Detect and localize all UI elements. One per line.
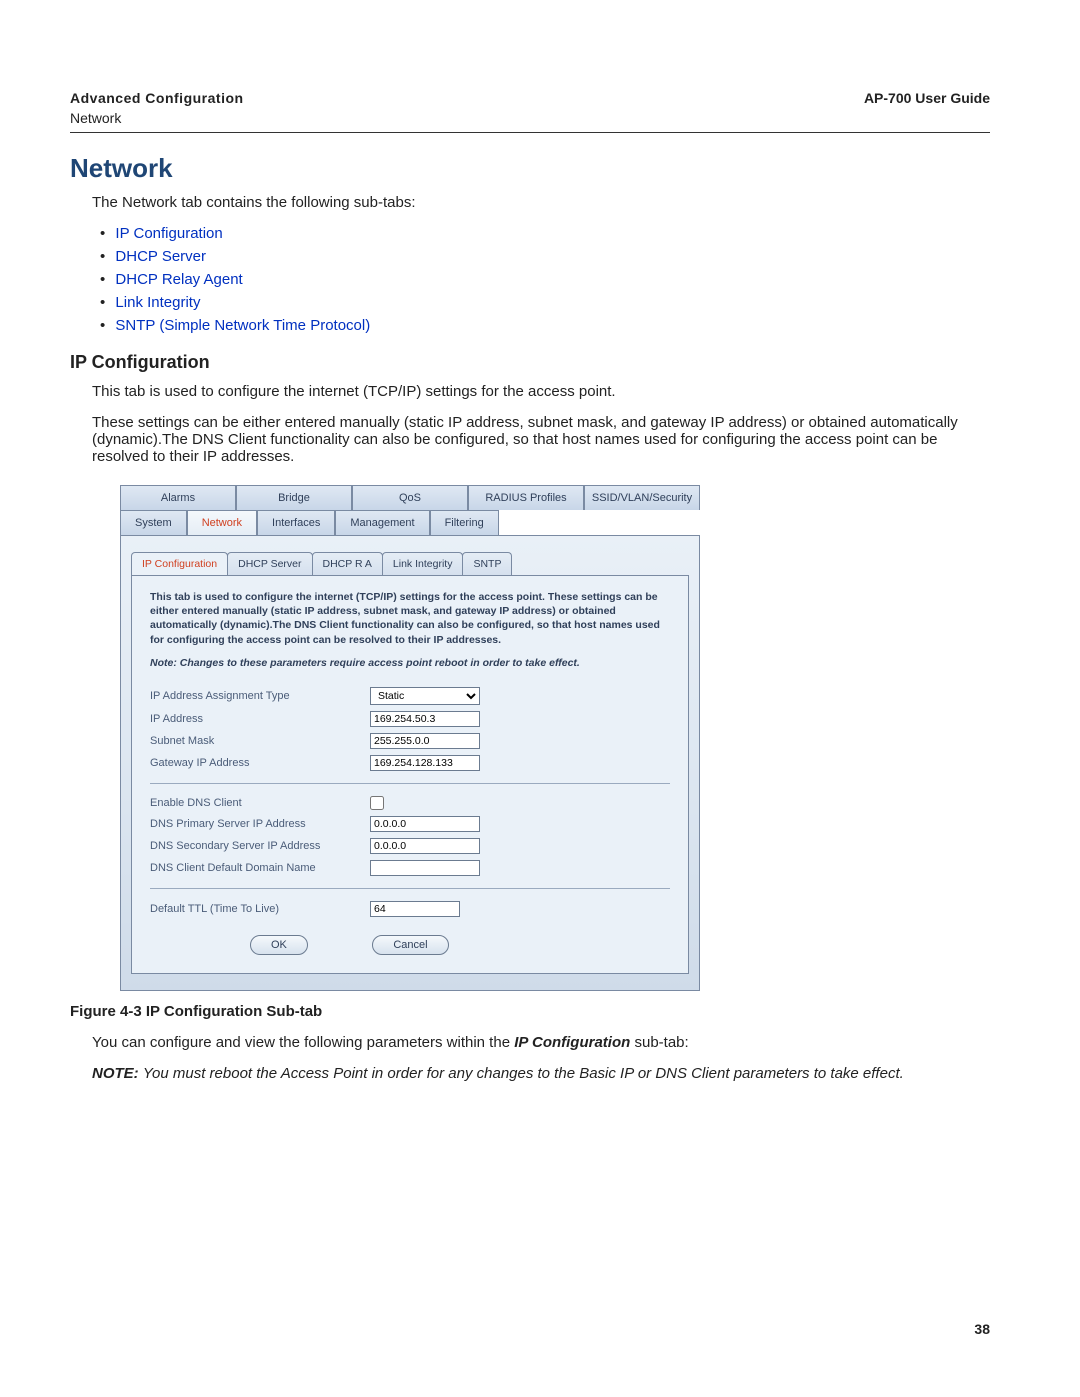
label-ttl: Default TTL (Time To Live) (150, 903, 370, 915)
tabs-row-top: Alarms Bridge QoS RADIUS Profiles SSID/V… (120, 485, 700, 510)
subtab-ip-configuration[interactable]: IP Configuration (131, 552, 228, 575)
page-header: Advanced Configuration Network AP-700 Us… (70, 90, 990, 126)
intro-text: The Network tab contains the following s… (92, 194, 990, 211)
input-ip-address[interactable] (370, 711, 480, 727)
tab-qos[interactable]: QoS (352, 485, 468, 510)
figure-screenshot: Alarms Bridge QoS RADIUS Profiles SSID/V… (120, 485, 700, 991)
subtab-link-integrity[interactable]: Link Integrity (382, 552, 464, 575)
link-sntp[interactable]: SNTP (Simple Network Time Protocol) (115, 317, 370, 334)
link-ip-configuration[interactable]: IP Configuration (115, 225, 222, 242)
panel-blurb: This tab is used to configure the intern… (150, 590, 670, 647)
panel-note: Note: Changes to these parameters requir… (150, 657, 670, 669)
checkbox-enable-dns-client[interactable] (370, 796, 384, 810)
input-gateway[interactable] (370, 755, 480, 771)
ok-button[interactable]: OK (250, 935, 308, 955)
input-ttl[interactable] (370, 901, 460, 917)
input-dns-secondary[interactable] (370, 838, 480, 854)
input-dns-domain[interactable] (370, 860, 480, 876)
note-text: You must reboot the Access Point in orde… (143, 1065, 904, 1082)
after-figure-post: sub-tab: (630, 1034, 688, 1051)
link-dhcp-relay-agent[interactable]: DHCP Relay Agent (115, 271, 242, 288)
guide-name: AP-700 User Guide (864, 90, 990, 126)
page-title: Network (70, 153, 990, 184)
separator-2 (150, 888, 670, 889)
label-gateway: Gateway IP Address (150, 757, 370, 769)
subtab-link-list: IP Configuration DHCP Server DHCP Relay … (100, 225, 990, 334)
page-number: 38 (974, 1321, 990, 1337)
ipconfig-desc-2: These settings can be either entered man… (92, 414, 990, 465)
section-heading-ip-configuration: IP Configuration (70, 352, 990, 373)
tabs-row-main: System Network Interfaces Management Fil… (120, 510, 700, 535)
subtab-row: IP Configuration DHCP Server DHCP R A Li… (131, 552, 689, 575)
tab-filtering[interactable]: Filtering (430, 510, 499, 535)
figure-caption: Figure 4-3 IP Configuration Sub-tab (70, 1003, 990, 1020)
tab-network[interactable]: Network (187, 510, 257, 535)
note-label: NOTE: (92, 1065, 143, 1082)
inner-panel: This tab is used to configure the intern… (131, 575, 689, 974)
tab-management[interactable]: Management (335, 510, 429, 535)
cancel-button[interactable]: Cancel (372, 935, 448, 955)
after-figure-text: You can configure and view the following… (92, 1034, 990, 1051)
label-subnet-mask: Subnet Mask (150, 735, 370, 747)
select-ip-assignment[interactable]: Static (370, 687, 480, 705)
label-ip-address: IP Address (150, 713, 370, 725)
label-dns-primary: DNS Primary Server IP Address (150, 818, 370, 830)
ipconfig-desc-1: This tab is used to configure the intern… (92, 383, 990, 400)
link-link-integrity[interactable]: Link Integrity (115, 294, 200, 311)
label-dns-secondary: DNS Secondary Server IP Address (150, 840, 370, 852)
tab-interfaces[interactable]: Interfaces (257, 510, 335, 535)
breadcrumb: Network (70, 110, 244, 126)
tab-alarms[interactable]: Alarms (120, 485, 236, 510)
tab-ssid-vlan-security[interactable]: SSID/VLAN/Security (584, 485, 700, 510)
link-dhcp-server[interactable]: DHCP Server (115, 248, 206, 265)
subtab-dhcp-ra[interactable]: DHCP R A (312, 552, 383, 575)
section-title: Advanced Configuration (70, 90, 244, 106)
panel-background: IP Configuration DHCP Server DHCP R A Li… (120, 535, 700, 991)
label-dns-domain: DNS Client Default Domain Name (150, 862, 370, 874)
separator-1 (150, 783, 670, 784)
after-figure-pre: You can configure and view the following… (92, 1034, 514, 1051)
header-rule (70, 132, 990, 133)
tab-radius-profiles[interactable]: RADIUS Profiles (468, 485, 584, 510)
tab-bridge[interactable]: Bridge (236, 485, 352, 510)
input-dns-primary[interactable] (370, 816, 480, 832)
subtab-dhcp-server[interactable]: DHCP Server (227, 552, 312, 575)
input-subnet-mask[interactable] (370, 733, 480, 749)
subtab-sntp[interactable]: SNTP (462, 552, 512, 575)
after-figure-strong: IP Configuration (514, 1034, 630, 1051)
tab-system[interactable]: System (120, 510, 187, 535)
label-enable-dns-client: Enable DNS Client (150, 797, 370, 809)
label-ip-assignment: IP Address Assignment Type (150, 690, 370, 702)
note-paragraph: NOTE: You must reboot the Access Point i… (92, 1065, 990, 1082)
